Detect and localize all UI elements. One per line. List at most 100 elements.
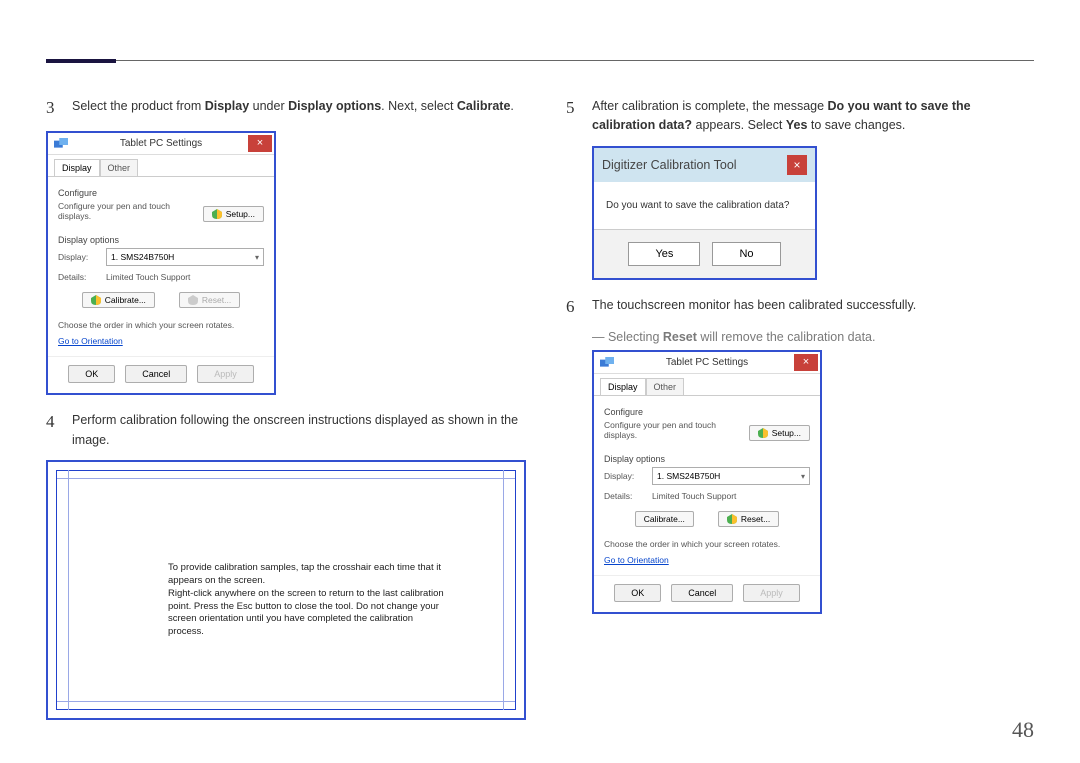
t: Display options [288,99,381,113]
chevron-down-icon: ▾ [255,253,259,262]
reset-label: Reset... [741,514,770,524]
t: . Next, select [381,99,457,113]
display-options-label: Display options [604,454,810,464]
step-6: 6 The touchscreen monitor has been calib… [566,294,1034,320]
calibrate-button[interactable]: Calibrate... [635,511,694,527]
titlebar: Tablet PC Settings × [48,133,274,155]
calibrate-button[interactable]: Calibrate... [82,292,155,308]
setup-label: Setup... [226,209,255,219]
t: will remove the calibration data. [697,330,876,344]
t: appears. Select [692,118,786,132]
tab-strip: Display Other [48,155,274,177]
apply-button[interactable]: Apply [743,584,800,602]
orientation-link[interactable]: Go to Orientation [58,336,264,346]
reset-label: Reset... [202,295,231,305]
dialog-title-bar: Digitizer Calibration Tool × [594,148,815,182]
calibration-screen: To provide calibration samples, tap the … [46,460,526,720]
close-button[interactable]: × [248,135,272,152]
chevron-down-icon: ▾ [801,472,805,481]
t: Select the product from [72,99,205,113]
close-button[interactable]: × [787,155,807,175]
footer-buttons: OK Cancel Apply [48,356,274,393]
display-options-label: Display options [58,235,264,245]
reset-button[interactable]: Reset... [179,292,240,308]
setup-button[interactable]: Setup... [203,206,264,222]
configure-label: Configure [58,188,264,198]
app-icon [600,357,614,369]
step-number: 5 [566,95,592,136]
pane: Configure Configure your pen and touch d… [594,396,820,575]
setup-button[interactable]: Setup... [749,425,810,441]
step-number: 3 [46,95,72,121]
rotate-label: Choose the order in which your screen ro… [604,539,810,549]
t: . [510,99,513,113]
tab-other[interactable]: Other [100,159,139,176]
no-button[interactable]: No [712,242,780,266]
cancel-button[interactable]: Cancel [671,584,733,602]
tab-strip: Display Other [594,374,820,396]
page-number: 48 [1012,717,1034,743]
step-text: Select the product from Display under Di… [72,95,526,121]
configure-sub: Configure your pen and touch displays. [58,201,203,221]
calibrate-label: Calibrate... [105,295,146,305]
tablet-pc-settings-window-2: Tablet PC Settings × Display Other Confi… [592,350,822,614]
orientation-link[interactable]: Go to Orientation [604,555,810,565]
t: Yes [786,118,808,132]
display-value: 1. SMS24B750H [657,471,720,481]
window-title: Tablet PC Settings [666,357,748,368]
ok-button[interactable]: OK [68,365,115,383]
shield-icon [188,295,198,305]
digitizer-dialog: Digitizer Calibration Tool × Do you want… [592,146,817,280]
window-title: Tablet PC Settings [120,138,202,149]
t: under [249,99,288,113]
t: Display [205,99,249,113]
step-4: 4 Perform calibration following the onsc… [46,409,526,450]
right-column: 5 After calibration is complete, the mes… [566,95,1034,734]
step-5: 5 After calibration is complete, the mes… [566,95,1034,136]
t: Reset [663,330,697,344]
configure-sub: Configure your pen and touch displays. [604,420,749,440]
step-3: 3 Select the product from Display under … [46,95,526,121]
t: After calibration is complete, the messa… [592,99,828,113]
dialog-title: Digitizer Calibration Tool [602,158,737,172]
details-label: Details: [58,272,106,282]
display-dropdown[interactable]: 1. SMS24B750H ▾ [652,467,810,485]
pane: Configure Configure your pen and touch d… [48,177,274,356]
dialog-body: Do you want to save the calibration data… [594,182,815,230]
display-label: Display: [604,471,652,481]
ok-button[interactable]: OK [614,584,661,602]
t: to save changes. [807,118,905,132]
shield-icon [758,428,768,438]
yes-button[interactable]: Yes [628,242,700,266]
calibrate-label: Calibrate... [644,514,685,524]
top-rule-accent [46,59,116,63]
note-reset: ― Selecting Reset will remove the calibr… [592,330,1034,344]
shield-icon [91,295,101,305]
top-rule [46,60,1034,61]
display-dropdown[interactable]: 1. SMS24B750H ▾ [106,248,264,266]
shield-icon [212,209,222,219]
details-value: Limited Touch Support [106,272,190,282]
tab-display[interactable]: Display [54,159,100,176]
apply-button[interactable]: Apply [197,365,254,383]
step-text: The touchscreen monitor has been calibra… [592,294,1034,320]
titlebar: Tablet PC Settings × [594,352,820,374]
dialog-footer: Yes No [594,230,815,278]
details-label: Details: [604,491,652,501]
tab-other[interactable]: Other [646,378,685,395]
calib-line1: To provide calibration samples, tap the … [168,562,444,588]
tab-display[interactable]: Display [600,378,646,395]
calib-line2: Right-click anywhere on the screen to re… [168,588,444,639]
details-value: Limited Touch Support [652,491,736,501]
tablet-pc-settings-window: Tablet PC Settings × Display Other Confi… [46,131,276,395]
t: Calibrate [457,99,511,113]
step-text: After calibration is complete, the messa… [592,95,1034,136]
cancel-button[interactable]: Cancel [125,365,187,383]
reset-button[interactable]: Reset... [718,511,779,527]
step-number: 4 [46,409,72,450]
close-button[interactable]: × [794,354,818,371]
setup-label: Setup... [772,428,801,438]
calibration-instructions: To provide calibration samples, tap the … [168,562,444,639]
rotate-label: Choose the order in which your screen ro… [58,320,264,330]
content-area: 3 Select the product from Display under … [46,95,1034,734]
